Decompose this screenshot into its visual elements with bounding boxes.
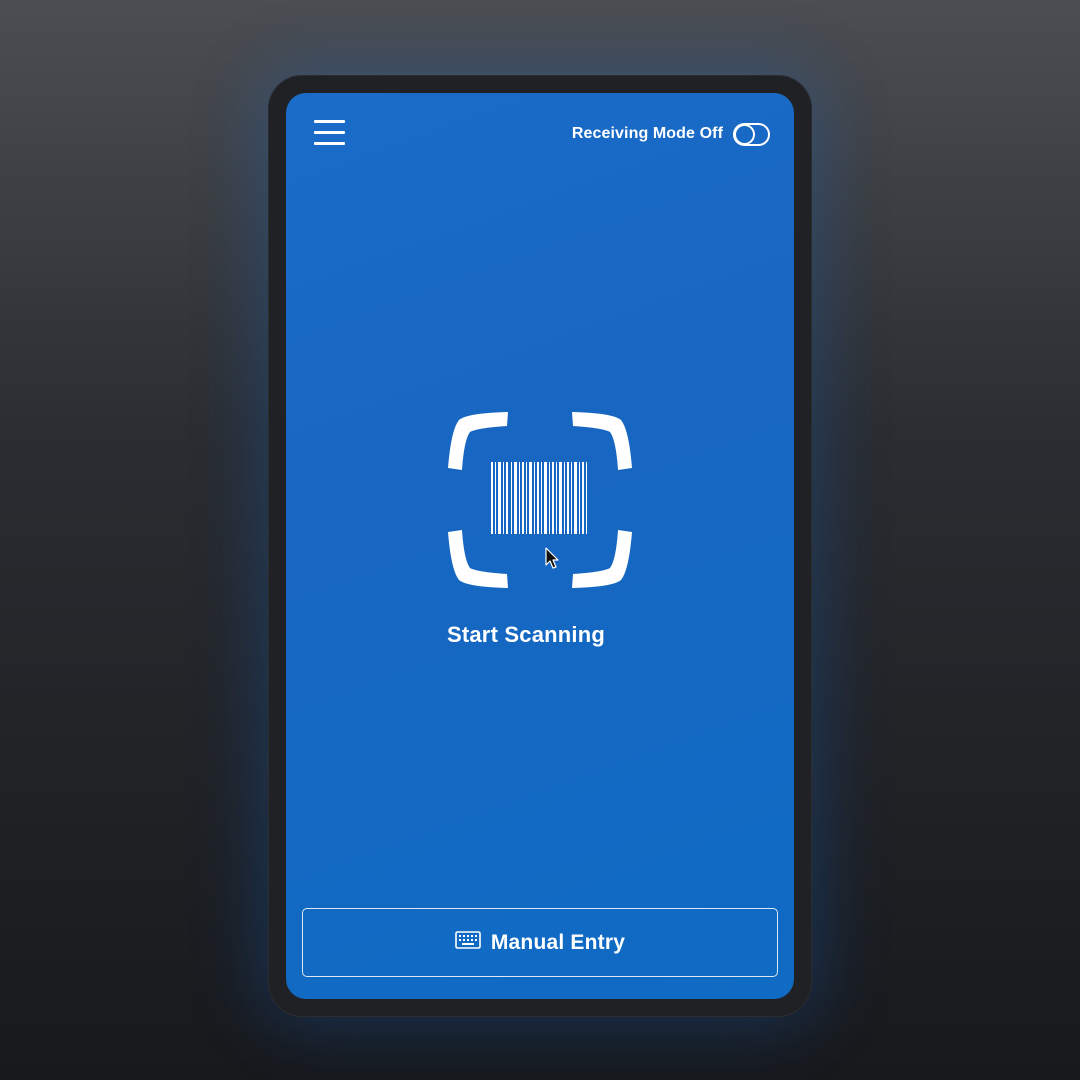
toggle-switch[interactable] xyxy=(733,122,770,146)
receiving-mode-label: Receiving Mode Off xyxy=(571,125,723,142)
receiving-mode-toggle[interactable]: Receiving Mode Off xyxy=(572,121,770,147)
scan-frame-corner-bottom-left xyxy=(448,530,508,588)
start-scanning-button[interactable] xyxy=(445,410,635,590)
barcode-bars xyxy=(491,462,587,534)
device-frame: Receiving Mode Off Start Scanning Manual… xyxy=(268,75,812,1017)
start-scanning-label: Start Scanning xyxy=(446,622,606,647)
scan-frame-corner-bottom-right xyxy=(572,530,632,588)
keyboard-icon xyxy=(455,931,481,954)
mouse-cursor-icon xyxy=(545,547,561,571)
app-screen: Receiving Mode Off Start Scanning Manual… xyxy=(286,93,794,999)
scan-frame-corner-top-left xyxy=(448,412,508,470)
manual-entry-button[interactable]: Manual Entry xyxy=(302,908,778,977)
scan-frame-corner-top-right xyxy=(572,412,632,470)
menu-button[interactable] xyxy=(310,115,350,151)
barcode-scan-icon xyxy=(448,412,632,588)
manual-entry-label: Manual Entry xyxy=(490,930,626,954)
toggle-knob xyxy=(734,123,755,145)
